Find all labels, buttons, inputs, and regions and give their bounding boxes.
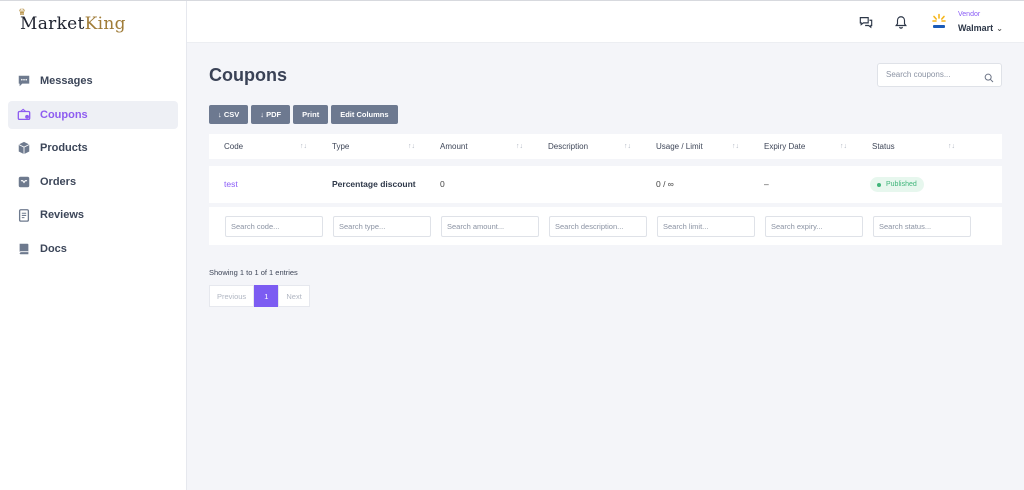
- filter-cell: Search code...: [209, 207, 323, 245]
- status-text: Published: [886, 181, 917, 188]
- column-header-description[interactable]: Description ↑↓: [533, 134, 641, 159]
- pagination: Previous 1 Next: [209, 285, 310, 307]
- previous-page-button[interactable]: Previous: [209, 285, 255, 307]
- sort-icon: ↑↓: [732, 143, 739, 150]
- filter-cell: Search limit...: [641, 207, 755, 245]
- vendor-role-label: Vendor: [958, 11, 981, 18]
- sidebar-item-messages[interactable]: Messages: [8, 67, 178, 95]
- sort-icon: ↑↓: [516, 143, 523, 150]
- filter-cell: Search type...: [317, 207, 431, 245]
- sort-icon: ↑↓: [300, 143, 307, 150]
- page-title: Coupons: [209, 65, 287, 85]
- inbox-icon: [17, 175, 31, 189]
- sidebar-item-label: Docs: [40, 242, 67, 255]
- next-page-button[interactable]: Next: [278, 285, 310, 307]
- table-row: test Percentage discount 0 0 / ∞ – Publi…: [209, 166, 1002, 203]
- filter-code-input[interactable]: Search code...: [225, 216, 323, 237]
- status-badge: Published: [870, 177, 924, 192]
- filter-type-input[interactable]: Search type...: [333, 216, 431, 237]
- sidebar-item-coupons[interactable]: Coupons: [8, 100, 178, 129]
- sidebar-item-docs[interactable]: Docs: [8, 235, 178, 263]
- csv-button[interactable]: ↓ CSV: [209, 105, 249, 124]
- sidebar-item-label: Messages: [40, 75, 93, 87]
- sidebar-item-label: Coupons: [40, 108, 88, 121]
- sidebar-item-orders[interactable]: Orders: [8, 168, 178, 196]
- chevron-down-icon: ⌄: [996, 24, 1003, 33]
- book-icon: [17, 242, 31, 256]
- cell-amount: 0: [440, 179, 445, 189]
- sort-icon: ↑↓: [408, 143, 415, 150]
- column-label: Type: [332, 142, 350, 151]
- sort-icon: ↑↓: [948, 143, 955, 150]
- column-header-status[interactable]: Status ↑↓: [857, 134, 965, 159]
- cell-code[interactable]: test: [209, 166, 317, 203]
- coupon-icon: [17, 108, 31, 122]
- bell-icon[interactable]: [894, 15, 908, 29]
- sidebar-item-label: Reviews: [40, 209, 85, 221]
- column-label: Code: [224, 142, 244, 151]
- filter-cell: Search description...: [533, 207, 647, 245]
- filter-status-input[interactable]: Search status...: [873, 216, 971, 237]
- filter-cell: Search amount...: [425, 207, 539, 245]
- column-header-type[interactable]: Type ↑↓: [317, 134, 425, 159]
- column-header-code[interactable]: Code ↑↓: [209, 134, 317, 159]
- walmart-logo-icon: [930, 13, 948, 31]
- sidebar-item-reviews[interactable]: Reviews: [8, 201, 178, 229]
- cell-expiry: –: [764, 179, 769, 189]
- column-header-amount[interactable]: Amount ↑↓: [425, 134, 533, 159]
- cell-usage: 0 / ∞: [656, 179, 674, 189]
- clipboard-icon: [17, 208, 31, 222]
- chat-icon[interactable]: [859, 15, 873, 29]
- entries-info: Showing 1 to 1 of 1 entries: [209, 268, 298, 277]
- pdf-button[interactable]: ↓ PDF: [251, 105, 291, 124]
- filter-cell: Search status...: [857, 207, 971, 245]
- search-icon: [984, 70, 994, 83]
- filter-amount-input[interactable]: Search amount...: [441, 216, 539, 237]
- column-label: Expiry Date: [764, 142, 806, 151]
- column-label: Usage / Limit: [656, 142, 703, 151]
- sidebar: ♛ MarketKing Messages Coupons Products O…: [0, 1, 187, 490]
- filter-row: Search code... Search type... Search amo…: [209, 207, 1002, 245]
- page-1-button[interactable]: 1: [254, 285, 279, 307]
- message-icon: [17, 74, 31, 88]
- sidebar-nav: Messages Coupons Products Orders Reviews…: [8, 67, 178, 268]
- sort-icon: ↑↓: [840, 143, 847, 150]
- column-label: Amount: [440, 142, 468, 151]
- edit-columns-button[interactable]: Edit Columns: [331, 105, 398, 124]
- cell-status: Published: [857, 166, 965, 203]
- filter-expiry-input[interactable]: Search expiry...: [765, 216, 863, 237]
- export-toolbar: ↓ CSV ↓ PDF Print Edit Columns: [209, 105, 398, 124]
- search-coupons-input[interactable]: Search coupons...: [877, 63, 1002, 87]
- cell-type: Percentage discount: [332, 179, 416, 189]
- sidebar-item-label: Products: [40, 142, 88, 154]
- crown-icon: ♛: [18, 8, 27, 18]
- logo-text-accent: King: [84, 14, 126, 34]
- filter-description-input[interactable]: Search description...: [549, 216, 647, 237]
- column-header-expiry[interactable]: Expiry Date ↑↓: [749, 134, 857, 159]
- top-bar: Vendor Walmart ⌄: [187, 1, 1024, 43]
- status-dot: [877, 182, 881, 187]
- brand-logo[interactable]: ♛ MarketKing: [18, 8, 126, 34]
- search-placeholder: Search coupons...: [886, 70, 951, 79]
- cell-description: [533, 166, 641, 203]
- sidebar-item-products[interactable]: Products: [8, 134, 178, 162]
- column-label: Description: [548, 142, 589, 151]
- filter-cell: Search expiry...: [749, 207, 863, 245]
- column-header-usage[interactable]: Usage / Limit ↑↓: [641, 134, 749, 159]
- app: ♛ MarketKing Messages Coupons Products O…: [0, 0, 1024, 490]
- box-icon: [17, 141, 31, 155]
- filter-limit-input[interactable]: Search limit...: [657, 216, 755, 237]
- main-content: Vendor Walmart ⌄ Coupons Search coupons..…: [187, 1, 1024, 490]
- table-header: Code ↑↓ Type ↑↓ Amount ↑↓ Description ↑↓ Usa…: [209, 134, 1002, 159]
- logo-text-main: Market: [20, 14, 85, 34]
- vendor-name: Walmart: [958, 23, 994, 33]
- sort-icon: ↑↓: [624, 143, 631, 150]
- sidebar-item-label: Orders: [40, 175, 77, 188]
- vendor-switcher[interactable]: Walmart ⌄: [958, 23, 1003, 33]
- print-button[interactable]: Print: [293, 105, 329, 124]
- column-label: Status: [872, 142, 895, 151]
